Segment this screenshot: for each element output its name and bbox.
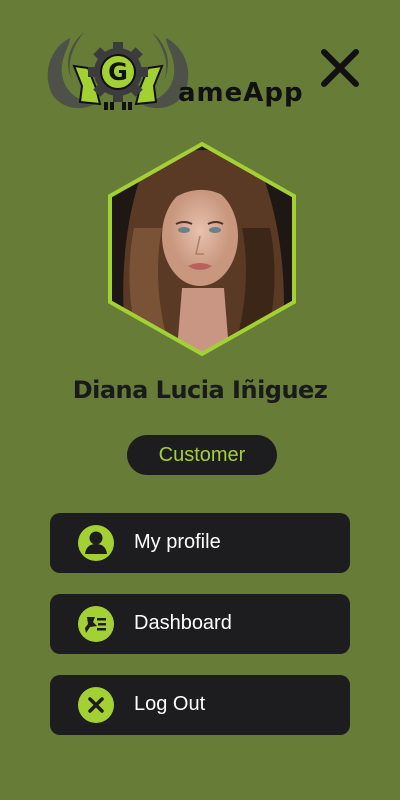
user-name: Diana Lucia Iñiguez	[72, 376, 328, 404]
logo-badge-letter: G	[108, 58, 128, 86]
close-button[interactable]	[318, 46, 362, 90]
menu-item-label: Dashboard	[134, 612, 232, 634]
header: G ameApp	[0, 0, 400, 120]
logo-wordmark: ameApp	[178, 78, 304, 108]
close-icon	[321, 49, 359, 87]
dashboard-icon	[78, 606, 114, 642]
user-icon	[78, 525, 114, 561]
menu-item-log-out[interactable]: Log Out	[50, 675, 350, 735]
logout-x-icon	[78, 687, 114, 723]
avatar	[104, 138, 300, 360]
menu-item-my-profile[interactable]: My profile	[50, 513, 350, 573]
menu-item-dashboard[interactable]: Dashboard	[50, 594, 350, 654]
app-logo: G ameApp	[40, 28, 303, 116]
menu-item-label: My profile	[134, 531, 221, 553]
menu-item-label: Log Out	[134, 693, 206, 715]
role-badge: Customer	[127, 435, 277, 475]
